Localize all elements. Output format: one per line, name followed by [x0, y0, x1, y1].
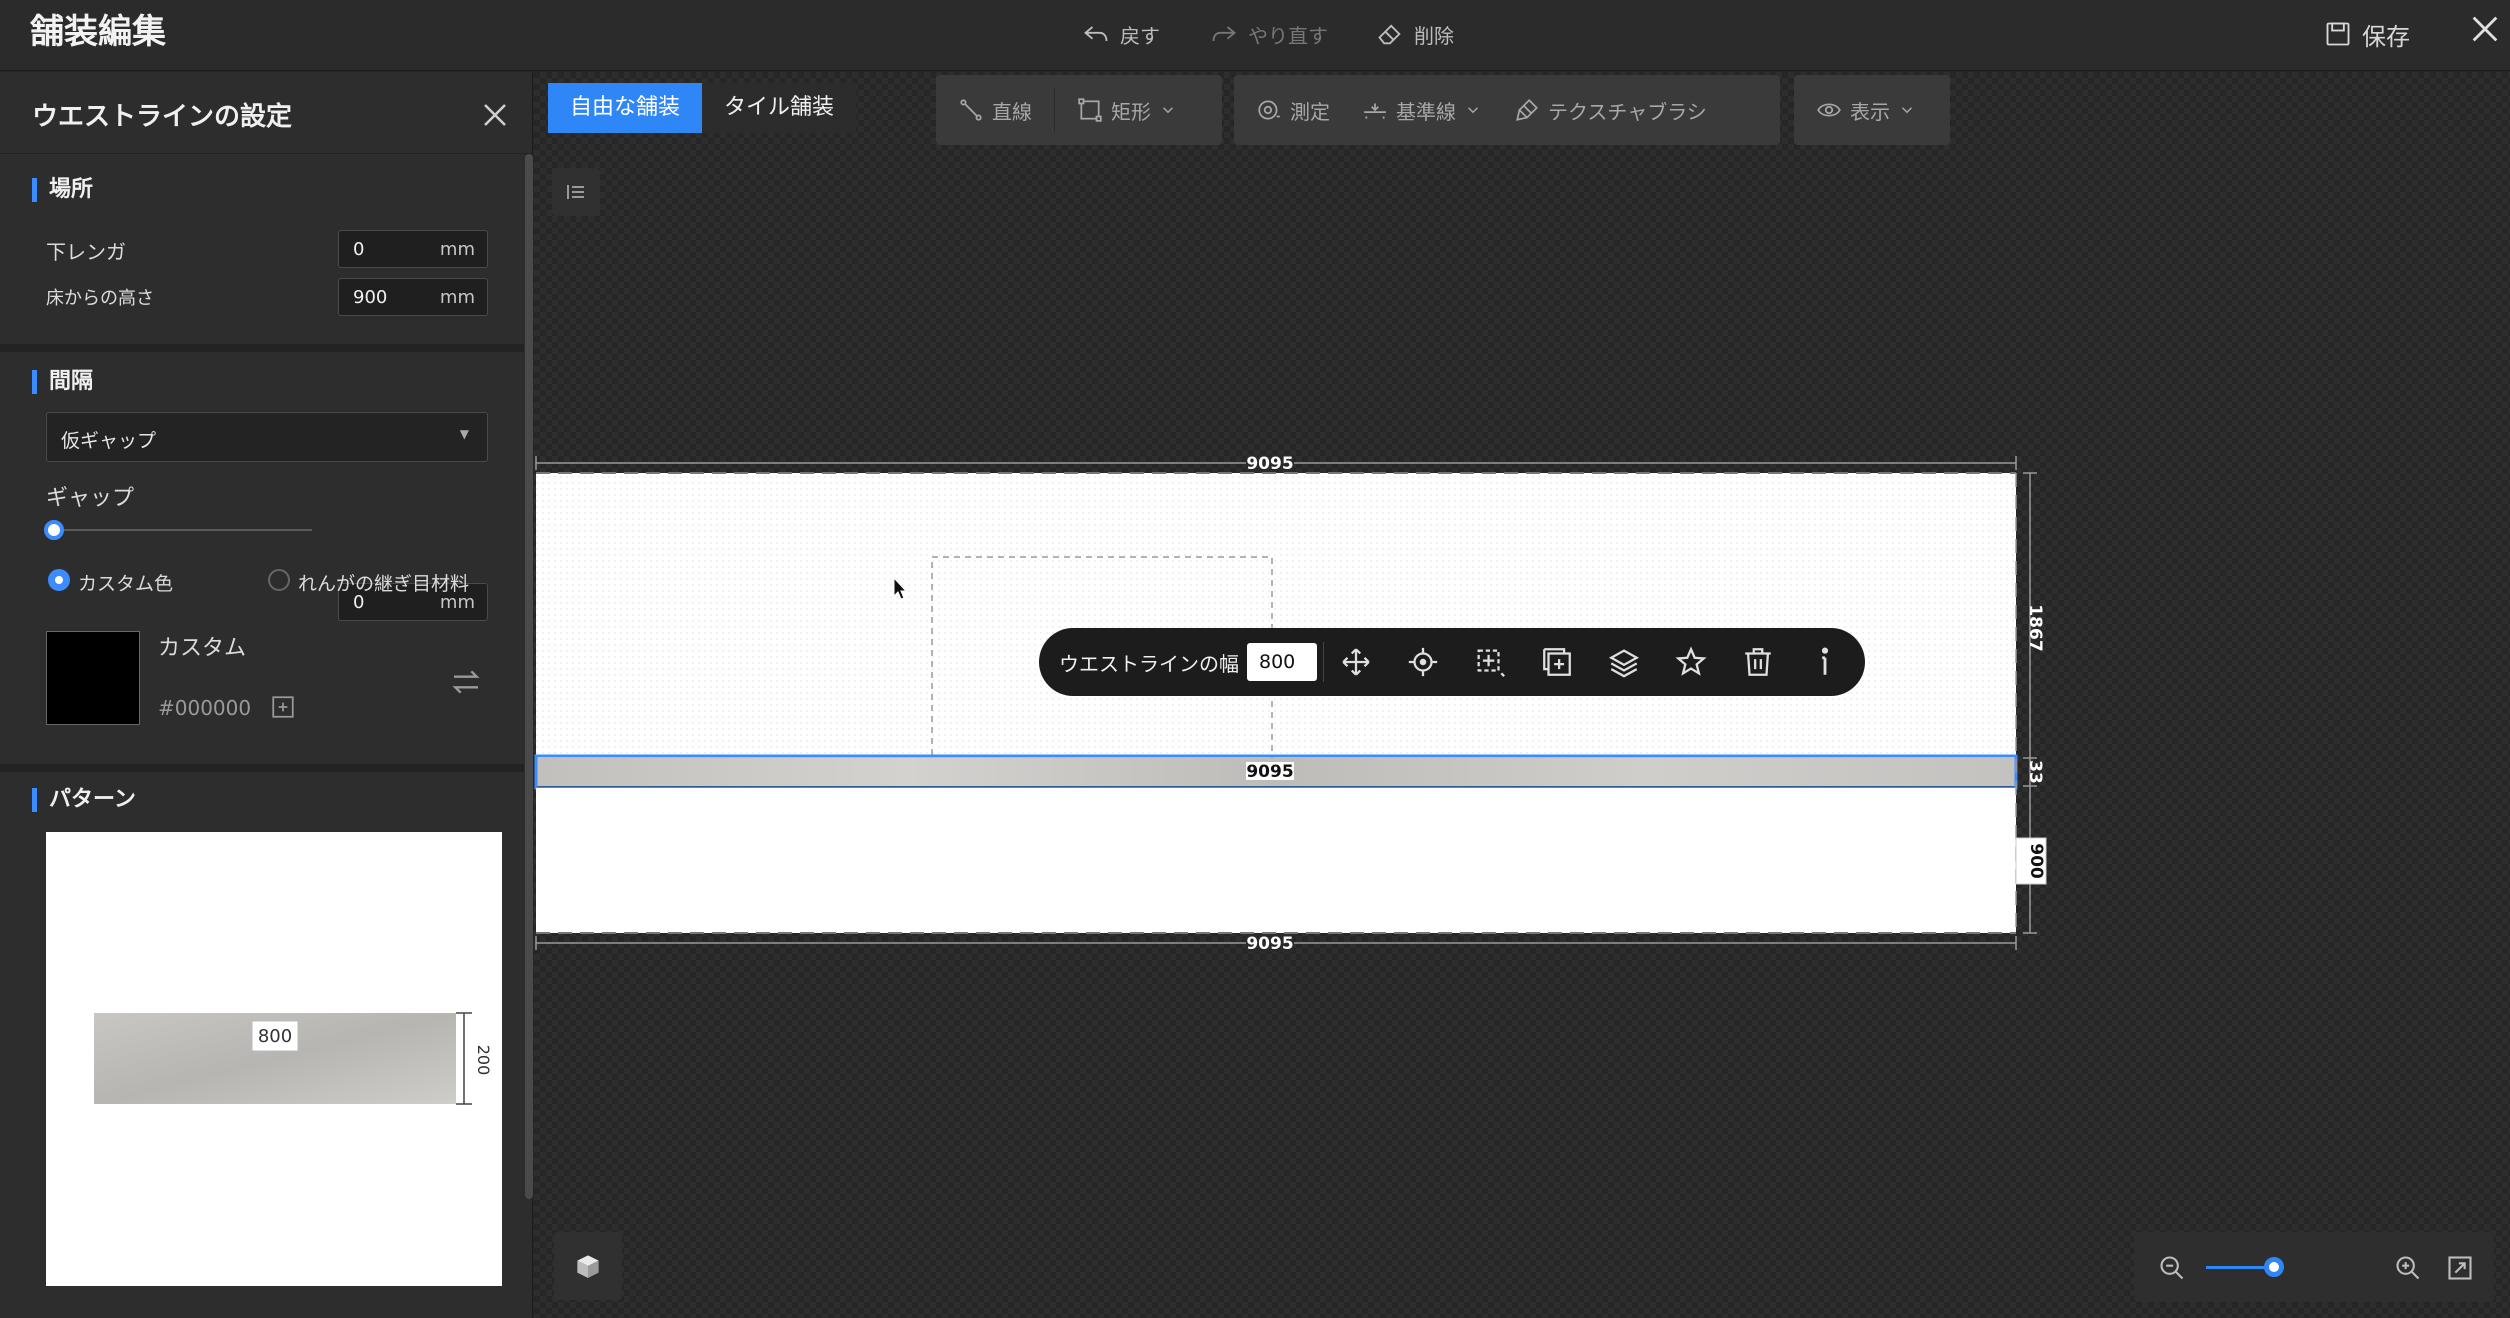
undo-button[interactable]: 戻す: [1082, 16, 1160, 52]
eraser-icon: [1378, 24, 1401, 45]
gap-type-value: 仮ギャップ: [61, 430, 157, 452]
swap-icon[interactable]: [450, 666, 482, 698]
toolbar-separator: [1323, 642, 1324, 682]
floor-height-value: 900: [353, 287, 388, 308]
top-bar: 舗装編集 戻す やり直す 削除 保存: [0, 0, 2510, 71]
zoom-slider-track[interactable]: [2206, 1266, 2272, 1269]
zoom-out-icon[interactable]: [2158, 1254, 2186, 1282]
editor-canvas[interactable]: 自由な舗装 タイル舗装 直線 矩形 測定 基準線 テクスチャブラシ 表示 909…: [534, 72, 2510, 1318]
view-3d-button[interactable]: [554, 1232, 622, 1300]
bottom-dimension-label: 9095: [1246, 934, 1293, 954]
close-panel-icon[interactable]: [480, 100, 510, 130]
layers-icon[interactable]: [1607, 645, 1641, 679]
add-copy-icon[interactable]: [1540, 645, 1574, 679]
bottom-brick-input[interactable]: 0 mm: [338, 230, 488, 268]
waistline-width-label: ウエストラインの幅: [1059, 651, 1239, 676]
bottom-brick-value: 0: [353, 239, 365, 260]
center-target-icon[interactable]: [1406, 645, 1440, 679]
trash-icon[interactable]: [1741, 645, 1775, 679]
redo-button[interactable]: やり直す: [1210, 16, 1328, 52]
radio-custom-color[interactable]: [48, 569, 70, 591]
section-pattern-title: パターン: [32, 788, 136, 812]
height-dimension-line: [456, 1012, 472, 1105]
panel-title: ウエストラインの設定: [32, 102, 293, 132]
unit-label: mm: [439, 287, 475, 308]
gap-slider-track[interactable]: [52, 529, 312, 531]
radio-brick-joint[interactable]: [268, 569, 290, 591]
unit-label: mm: [439, 239, 475, 260]
color-hex: #000000: [158, 696, 252, 720]
close-editor-icon[interactable]: [2468, 12, 2502, 46]
undo-label: 戻す: [1120, 23, 1160, 48]
brick-height-label: 200: [474, 1045, 493, 1076]
fit-to-screen-icon[interactable]: [2446, 1254, 2474, 1282]
app-title: 舗装編集: [30, 12, 166, 52]
redo-icon: [1212, 26, 1236, 42]
undo-icon: [1084, 26, 1108, 42]
panel-scrollbar-thumb[interactable]: [525, 154, 533, 1199]
section-location-title: 場所: [32, 178, 93, 202]
floppy-disk-icon: [2326, 22, 2350, 46]
gap-label: ギャップ: [46, 486, 135, 511]
delete-button[interactable]: 削除: [1376, 16, 1454, 52]
move-icon[interactable]: [1339, 645, 1373, 679]
redo-label: やり直す: [1248, 23, 1328, 48]
dropdown-caret-icon: ▼: [459, 427, 469, 441]
floor-height-input[interactable]: 900 mm: [338, 278, 488, 316]
cube-icon: [577, 1255, 599, 1278]
app-root: 舗装編集 戻す やり直す 削除 保存 ウエストラインの設定 場所 下レンガ 0: [0, 0, 2510, 1318]
brick-width-label: 800: [258, 1026, 292, 1047]
floor-height-label: 床からの高さ: [46, 288, 154, 309]
band-height-label: 33: [2025, 760, 2045, 784]
zoom-in-icon[interactable]: [2394, 1254, 2422, 1282]
lower-height-label: 900: [2026, 843, 2046, 879]
gap-type-select[interactable]: 仮ギャップ ▼: [46, 412, 488, 462]
align-select-icon[interactable]: [1473, 645, 1507, 679]
bottom-brick-label: 下レンガ: [46, 240, 126, 264]
top-dimension-label: 9095: [1246, 454, 1293, 474]
pattern-preview: 800 200: [46, 832, 502, 1286]
wall-lower-area[interactable]: [536, 788, 2016, 933]
radio-brick-joint-label: れんがの継ぎ目材料: [298, 573, 470, 595]
copy-color-icon[interactable]: [270, 694, 296, 720]
section-spacing-title: 間隔: [32, 370, 93, 394]
radio-custom-color-label: カスタム色: [78, 573, 174, 595]
save-label: 保存: [2362, 22, 2410, 51]
star-icon[interactable]: [1674, 645, 1708, 679]
color-name: カスタム: [158, 636, 247, 661]
delete-label: 削除: [1414, 23, 1454, 48]
upper-height-label: 1867: [2025, 604, 2045, 651]
zoom-controls: [2134, 1232, 2494, 1302]
wall-upper-area[interactable]: [536, 473, 2016, 758]
waistline-context-toolbar: ウエストラインの幅 800: [1039, 628, 1865, 696]
save-button[interactable]: 保存: [2324, 16, 2410, 52]
waistline-width-input[interactable]: 800: [1247, 643, 1317, 681]
panel-header: ウエストラインの設定: [0, 72, 533, 154]
info-icon[interactable]: [1808, 645, 1842, 679]
section-divider: [0, 344, 524, 352]
pattern-preview-drawing: 800 200: [94, 1012, 493, 1105]
section-divider: [0, 764, 524, 772]
color-swatch[interactable]: [46, 631, 140, 725]
band-length-label: 9095: [1246, 762, 1293, 782]
waistline-settings-panel: ウエストラインの設定 場所 下レンガ 0 mm 床からの高さ 900 mm 間隔…: [0, 72, 533, 1318]
gap-slider-handle[interactable]: [44, 520, 64, 540]
zoom-slider-handle[interactable]: [2264, 1257, 2284, 1277]
panel-scrollbar[interactable]: [525, 154, 533, 1199]
